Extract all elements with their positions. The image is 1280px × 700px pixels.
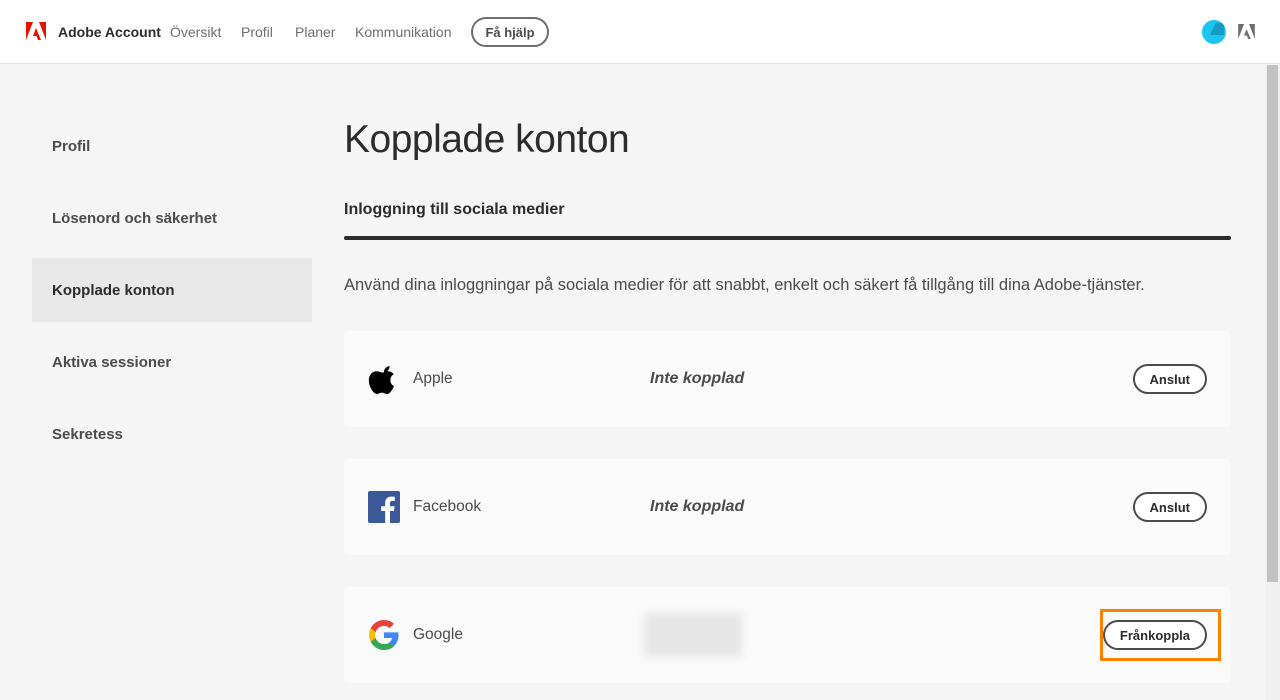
nav-planer[interactable]: Planer: [295, 24, 335, 40]
scrollbar-thumb[interactable]: [1267, 65, 1278, 582]
avatar[interactable]: [1202, 20, 1226, 44]
facebook-icon: [368, 491, 400, 523]
google-icon: [368, 619, 400, 651]
help-button[interactable]: Få hjälp: [471, 17, 549, 47]
connect-facebook-button[interactable]: Anslut: [1133, 492, 1207, 522]
brand-name[interactable]: Adobe Account: [58, 24, 161, 40]
account-status: Inte kopplad: [650, 370, 744, 388]
section-description: Använd dina inloggningar på sociala medi…: [344, 276, 1145, 295]
sidebar-item-sessions[interactable]: Aktiva sessioner: [32, 330, 312, 394]
account-card-google: Google Frånkoppla: [344, 587, 1231, 683]
scrollbar[interactable]: [1265, 65, 1280, 700]
account-card-facebook: Facebook Inte kopplad Anslut: [344, 459, 1231, 555]
sidebar-item-linked-accounts[interactable]: Kopplade konton: [32, 258, 312, 322]
connect-apple-button[interactable]: Anslut: [1133, 364, 1207, 394]
account-name: Apple: [413, 370, 453, 388]
top-header: Adobe Account Översikt Profil Planer Kom…: [0, 0, 1280, 64]
adobe-logo-icon[interactable]: [26, 22, 46, 40]
redacted-account-info: [644, 613, 742, 657]
nav-kommunikation[interactable]: Kommunikation: [355, 24, 452, 40]
sidebar-item-security[interactable]: Lösenord och säkerhet: [32, 186, 312, 250]
highlight-box: [1100, 609, 1221, 661]
account-card-apple: Apple Inte kopplad Anslut: [344, 331, 1231, 427]
account-status: Inte kopplad: [650, 498, 744, 516]
account-name: Google: [413, 626, 463, 644]
nav-profil[interactable]: Profil: [241, 24, 273, 40]
section-heading: Inloggning till sociala medier: [344, 201, 564, 219]
sidebar-item-privacy[interactable]: Sekretess: [32, 402, 312, 466]
page-title: Kopplade konton: [344, 118, 629, 162]
section-divider: [344, 236, 1231, 240]
sidebar-item-profil[interactable]: Profil: [32, 114, 312, 178]
apple-icon: [368, 363, 400, 395]
adobe-apps-icon[interactable]: [1238, 24, 1255, 39]
nav-oversikt[interactable]: Översikt: [170, 24, 221, 40]
account-name: Facebook: [413, 498, 481, 516]
